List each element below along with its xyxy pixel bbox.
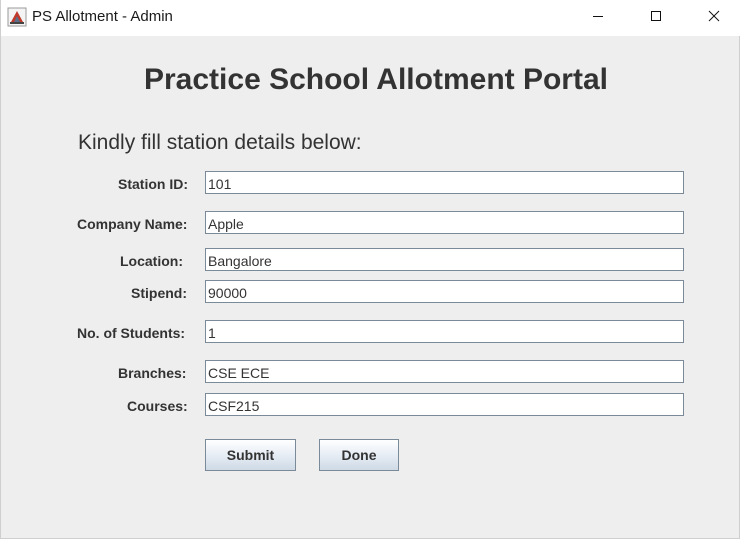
branches-label: Branches: bbox=[118, 365, 187, 381]
num-students-field[interactable] bbox=[205, 320, 684, 343]
courses-label: Courses: bbox=[127, 398, 188, 414]
title-bar[interactable]: PS Allotment - Admin bbox=[1, 0, 740, 36]
location-label: Location: bbox=[120, 253, 183, 269]
done-button[interactable]: Done bbox=[319, 439, 399, 471]
java-app-icon bbox=[7, 7, 27, 27]
minimize-icon bbox=[592, 9, 604, 27]
maximize-icon bbox=[650, 9, 662, 27]
company-name-field[interactable] bbox=[205, 211, 684, 234]
num-students-label: No. of Students: bbox=[77, 325, 186, 341]
location-field[interactable] bbox=[205, 248, 684, 271]
minimize-button[interactable] bbox=[569, 0, 627, 36]
form-instructions: Kindly fill station details below: bbox=[78, 131, 362, 154]
station-id-field[interactable] bbox=[205, 171, 684, 194]
submit-button[interactable]: Submit bbox=[205, 439, 296, 471]
branches-field[interactable] bbox=[205, 360, 684, 383]
company-name-label: Company Name: bbox=[77, 216, 188, 232]
station-id-label: Station ID: bbox=[118, 176, 188, 192]
stipend-label: Stipend: bbox=[131, 285, 187, 301]
app-window: PS Allotment - Admin Practice School All… bbox=[0, 0, 740, 539]
page-title: Practice School Allotment Portal bbox=[144, 63, 608, 96]
courses-field[interactable] bbox=[205, 393, 684, 416]
close-icon bbox=[708, 9, 720, 27]
window-title: PS Allotment - Admin bbox=[32, 8, 173, 25]
stipend-field[interactable] bbox=[205, 280, 684, 303]
maximize-button[interactable] bbox=[627, 0, 685, 36]
close-button[interactable] bbox=[685, 0, 740, 36]
